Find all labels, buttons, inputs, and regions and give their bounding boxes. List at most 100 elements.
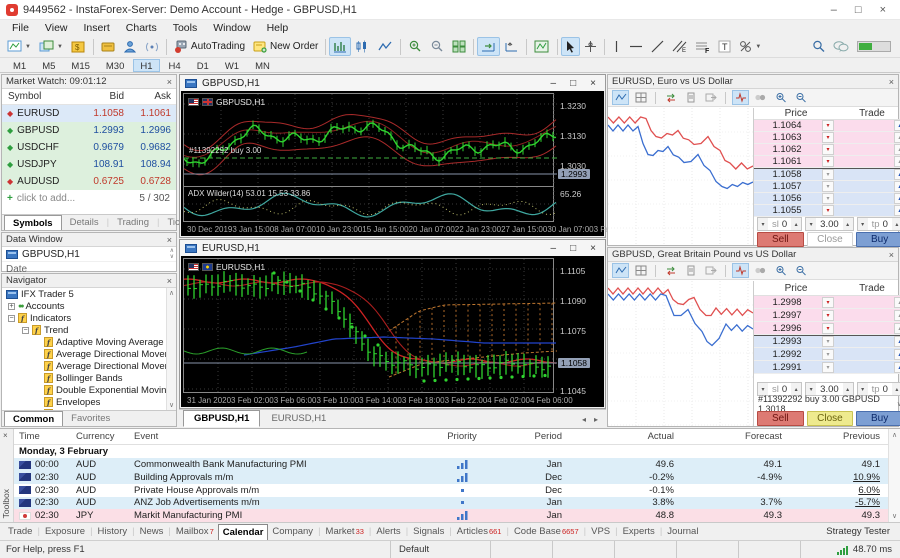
tree-item[interactable]: fDouble Exponential Moving Av bbox=[2, 384, 166, 396]
buy-button[interactable]: Buy bbox=[856, 232, 900, 247]
export-icon[interactable] bbox=[702, 263, 719, 278]
tree-item[interactable]: fAdaptive Moving Average bbox=[2, 336, 166, 348]
calendar-row[interactable]: 02:30 AUD ANZ Job Advertisements m/m Jan… bbox=[14, 497, 888, 510]
line-chart-mode-button[interactable] bbox=[374, 37, 397, 56]
circles-icon[interactable] bbox=[752, 90, 769, 105]
tab-trading[interactable]: Trading bbox=[109, 215, 157, 230]
open-position-row[interactable]: #11392292 buy 3.00 GBPUSD 1.3018∨ bbox=[754, 397, 900, 410]
tab-favorites[interactable]: Favorites bbox=[63, 411, 118, 426]
tab-company[interactable]: Company bbox=[268, 526, 317, 537]
pulse-icon[interactable] bbox=[732, 263, 749, 278]
tree-accounts[interactable]: +●●Accounts bbox=[2, 300, 166, 312]
eurusd-chart-area[interactable]: EURUSD,H1 1.1105 1.1090 1.1075 1.1060 1.… bbox=[181, 256, 604, 407]
new-chart-button[interactable]: ▼ bbox=[3, 37, 35, 56]
calendar-row[interactable]: 02:30 JPY Markit Manufacturing PMI Jan 4… bbox=[14, 509, 888, 522]
tick-chart-icon[interactable] bbox=[612, 90, 629, 105]
market-watch-button[interactable] bbox=[97, 37, 120, 56]
community-button[interactable] bbox=[141, 37, 163, 56]
expand-icon[interactable]: + bbox=[8, 303, 15, 310]
zoom-in-icon[interactable] bbox=[772, 263, 789, 278]
window-maximize-button[interactable]: □ bbox=[855, 4, 862, 16]
tab-news[interactable]: News bbox=[136, 526, 168, 537]
tab-journal[interactable]: Journal bbox=[663, 526, 702, 537]
tree-indicators[interactable]: −fIndicators bbox=[2, 312, 166, 324]
tick-chart-icon[interactable] bbox=[612, 263, 629, 278]
tree-trend[interactable]: −fTrend bbox=[2, 324, 166, 336]
volume-stepper[interactable]: ▾3.00▴ bbox=[805, 217, 854, 231]
autotrading-button[interactable]: AutoTrading bbox=[170, 37, 249, 56]
bid-row[interactable]: 1.2992▾▴ bbox=[754, 348, 900, 361]
menu-charts[interactable]: Charts bbox=[118, 22, 165, 34]
navigator-button[interactable] bbox=[120, 37, 141, 56]
tf-h4[interactable]: H4 bbox=[162, 59, 188, 72]
tab-codebase[interactable]: Code Base6657 bbox=[510, 526, 583, 537]
tab-experts[interactable]: Experts bbox=[619, 526, 659, 537]
maximize-icon[interactable]: □ bbox=[570, 243, 576, 254]
bid-row[interactable]: 1.1058▾▴ bbox=[754, 168, 900, 181]
tab-alerts[interactable]: Alerts bbox=[372, 526, 404, 537]
menu-insert[interactable]: Insert bbox=[76, 22, 118, 34]
tab-history[interactable]: History bbox=[94, 526, 132, 537]
ask-row[interactable]: 1.2998▾▴ bbox=[754, 296, 900, 309]
bar-chart-mode-button[interactable] bbox=[329, 37, 351, 56]
eurusd-chart-titlebar[interactable]: EURUSD,H1 – □ × bbox=[180, 240, 605, 256]
tf-m15[interactable]: M15 bbox=[64, 59, 96, 72]
maximize-icon[interactable]: □ bbox=[570, 78, 576, 89]
gbpusd-chart-area[interactable]: GBPUSD,H1 #11392292 buy 3.00 ADX Wilder(… bbox=[181, 91, 604, 236]
bid-row[interactable]: 1.1057▾▴ bbox=[754, 181, 900, 193]
collapse-icon[interactable]: − bbox=[8, 315, 15, 322]
symbol-row-eurusd[interactable]: ◆EURUSD 1.10581.1061 bbox=[2, 105, 176, 122]
horizontal-line-tool[interactable] bbox=[625, 37, 647, 56]
circles-icon[interactable] bbox=[752, 263, 769, 278]
tab-symbols[interactable]: Symbols bbox=[4, 215, 62, 230]
orders-icon[interactable] bbox=[682, 90, 699, 105]
close-icon[interactable]: × bbox=[889, 250, 894, 260]
trendline-tool[interactable] bbox=[647, 37, 668, 56]
calendar-row[interactable]: 02:30 AUD Building Approvals m/m Dec -0.… bbox=[14, 471, 888, 484]
gbpusd-chart-titlebar[interactable]: GBPUSD,H1 – □ × bbox=[180, 75, 605, 91]
tree-item[interactable]: fBollinger Bands bbox=[2, 372, 166, 384]
autoscroll-button[interactable] bbox=[477, 37, 500, 56]
symbol-row-usdjpy[interactable]: ◆USDJPY 108.91108.94 bbox=[2, 156, 176, 173]
cursor-tool-button[interactable] bbox=[561, 37, 580, 56]
sell-button[interactable]: Sell bbox=[757, 232, 804, 247]
sell-button[interactable]: Sell bbox=[757, 411, 804, 426]
minimize-icon[interactable]: – bbox=[551, 78, 557, 89]
scroll-down-icon[interactable]: ∨ bbox=[170, 254, 174, 260]
chart-tab-eurusd[interactable]: EURUSD,H1 bbox=[260, 410, 337, 427]
data-window-button[interactable]: $ bbox=[67, 37, 90, 56]
search-icon[interactable] bbox=[812, 40, 825, 53]
bid-row[interactable]: 1.1056▾▴ bbox=[754, 193, 900, 205]
tab-common[interactable]: Common bbox=[4, 411, 63, 426]
tf-d1[interactable]: D1 bbox=[190, 59, 216, 72]
tf-w1[interactable]: W1 bbox=[218, 59, 246, 72]
profiles-button[interactable]: ▼ bbox=[35, 37, 67, 56]
close-icon[interactable]: × bbox=[167, 77, 172, 87]
close-icon[interactable]: × bbox=[889, 77, 894, 87]
window-minimize-button[interactable]: – bbox=[831, 4, 837, 16]
tab-scroll-right-icon[interactable]: ▸ bbox=[594, 415, 598, 424]
vertical-line-tool[interactable] bbox=[608, 37, 625, 56]
close-icon[interactable]: × bbox=[167, 276, 172, 286]
zoom-out-icon[interactable] bbox=[792, 90, 809, 105]
chart-tab-gbpusd[interactable]: GBPUSD,H1 bbox=[183, 410, 260, 427]
tab-details[interactable]: Details bbox=[62, 215, 107, 230]
bid-row[interactable]: 1.2991▾▴ bbox=[754, 361, 900, 374]
tab-mailbox[interactable]: Mailbox7 bbox=[172, 526, 218, 537]
symbol-row-audusd[interactable]: ◆AUDUSD 0.67250.6728 bbox=[2, 173, 176, 190]
ask-row[interactable]: 1.1062▾▴ bbox=[754, 144, 900, 156]
navigator-scrollbar[interactable]: ∧∨ bbox=[166, 288, 176, 410]
close-icon[interactable]: × bbox=[590, 243, 596, 254]
indicators-button[interactable] bbox=[530, 37, 554, 56]
ask-row[interactable]: 1.2997▾▴ bbox=[754, 309, 900, 322]
transfer-icon[interactable] bbox=[662, 90, 679, 105]
depth-grid-icon[interactable] bbox=[632, 263, 649, 278]
depth-grid-icon[interactable] bbox=[632, 90, 649, 105]
new-order-button[interactable]: New Order bbox=[249, 37, 322, 56]
close-button[interactable]: Close bbox=[807, 232, 854, 247]
tf-m5[interactable]: M5 bbox=[35, 59, 62, 72]
close-icon[interactable]: × bbox=[3, 431, 8, 440]
export-icon[interactable] bbox=[702, 90, 719, 105]
tab-market[interactable]: Market33 bbox=[322, 526, 368, 537]
menu-tools[interactable]: Tools bbox=[165, 22, 206, 34]
